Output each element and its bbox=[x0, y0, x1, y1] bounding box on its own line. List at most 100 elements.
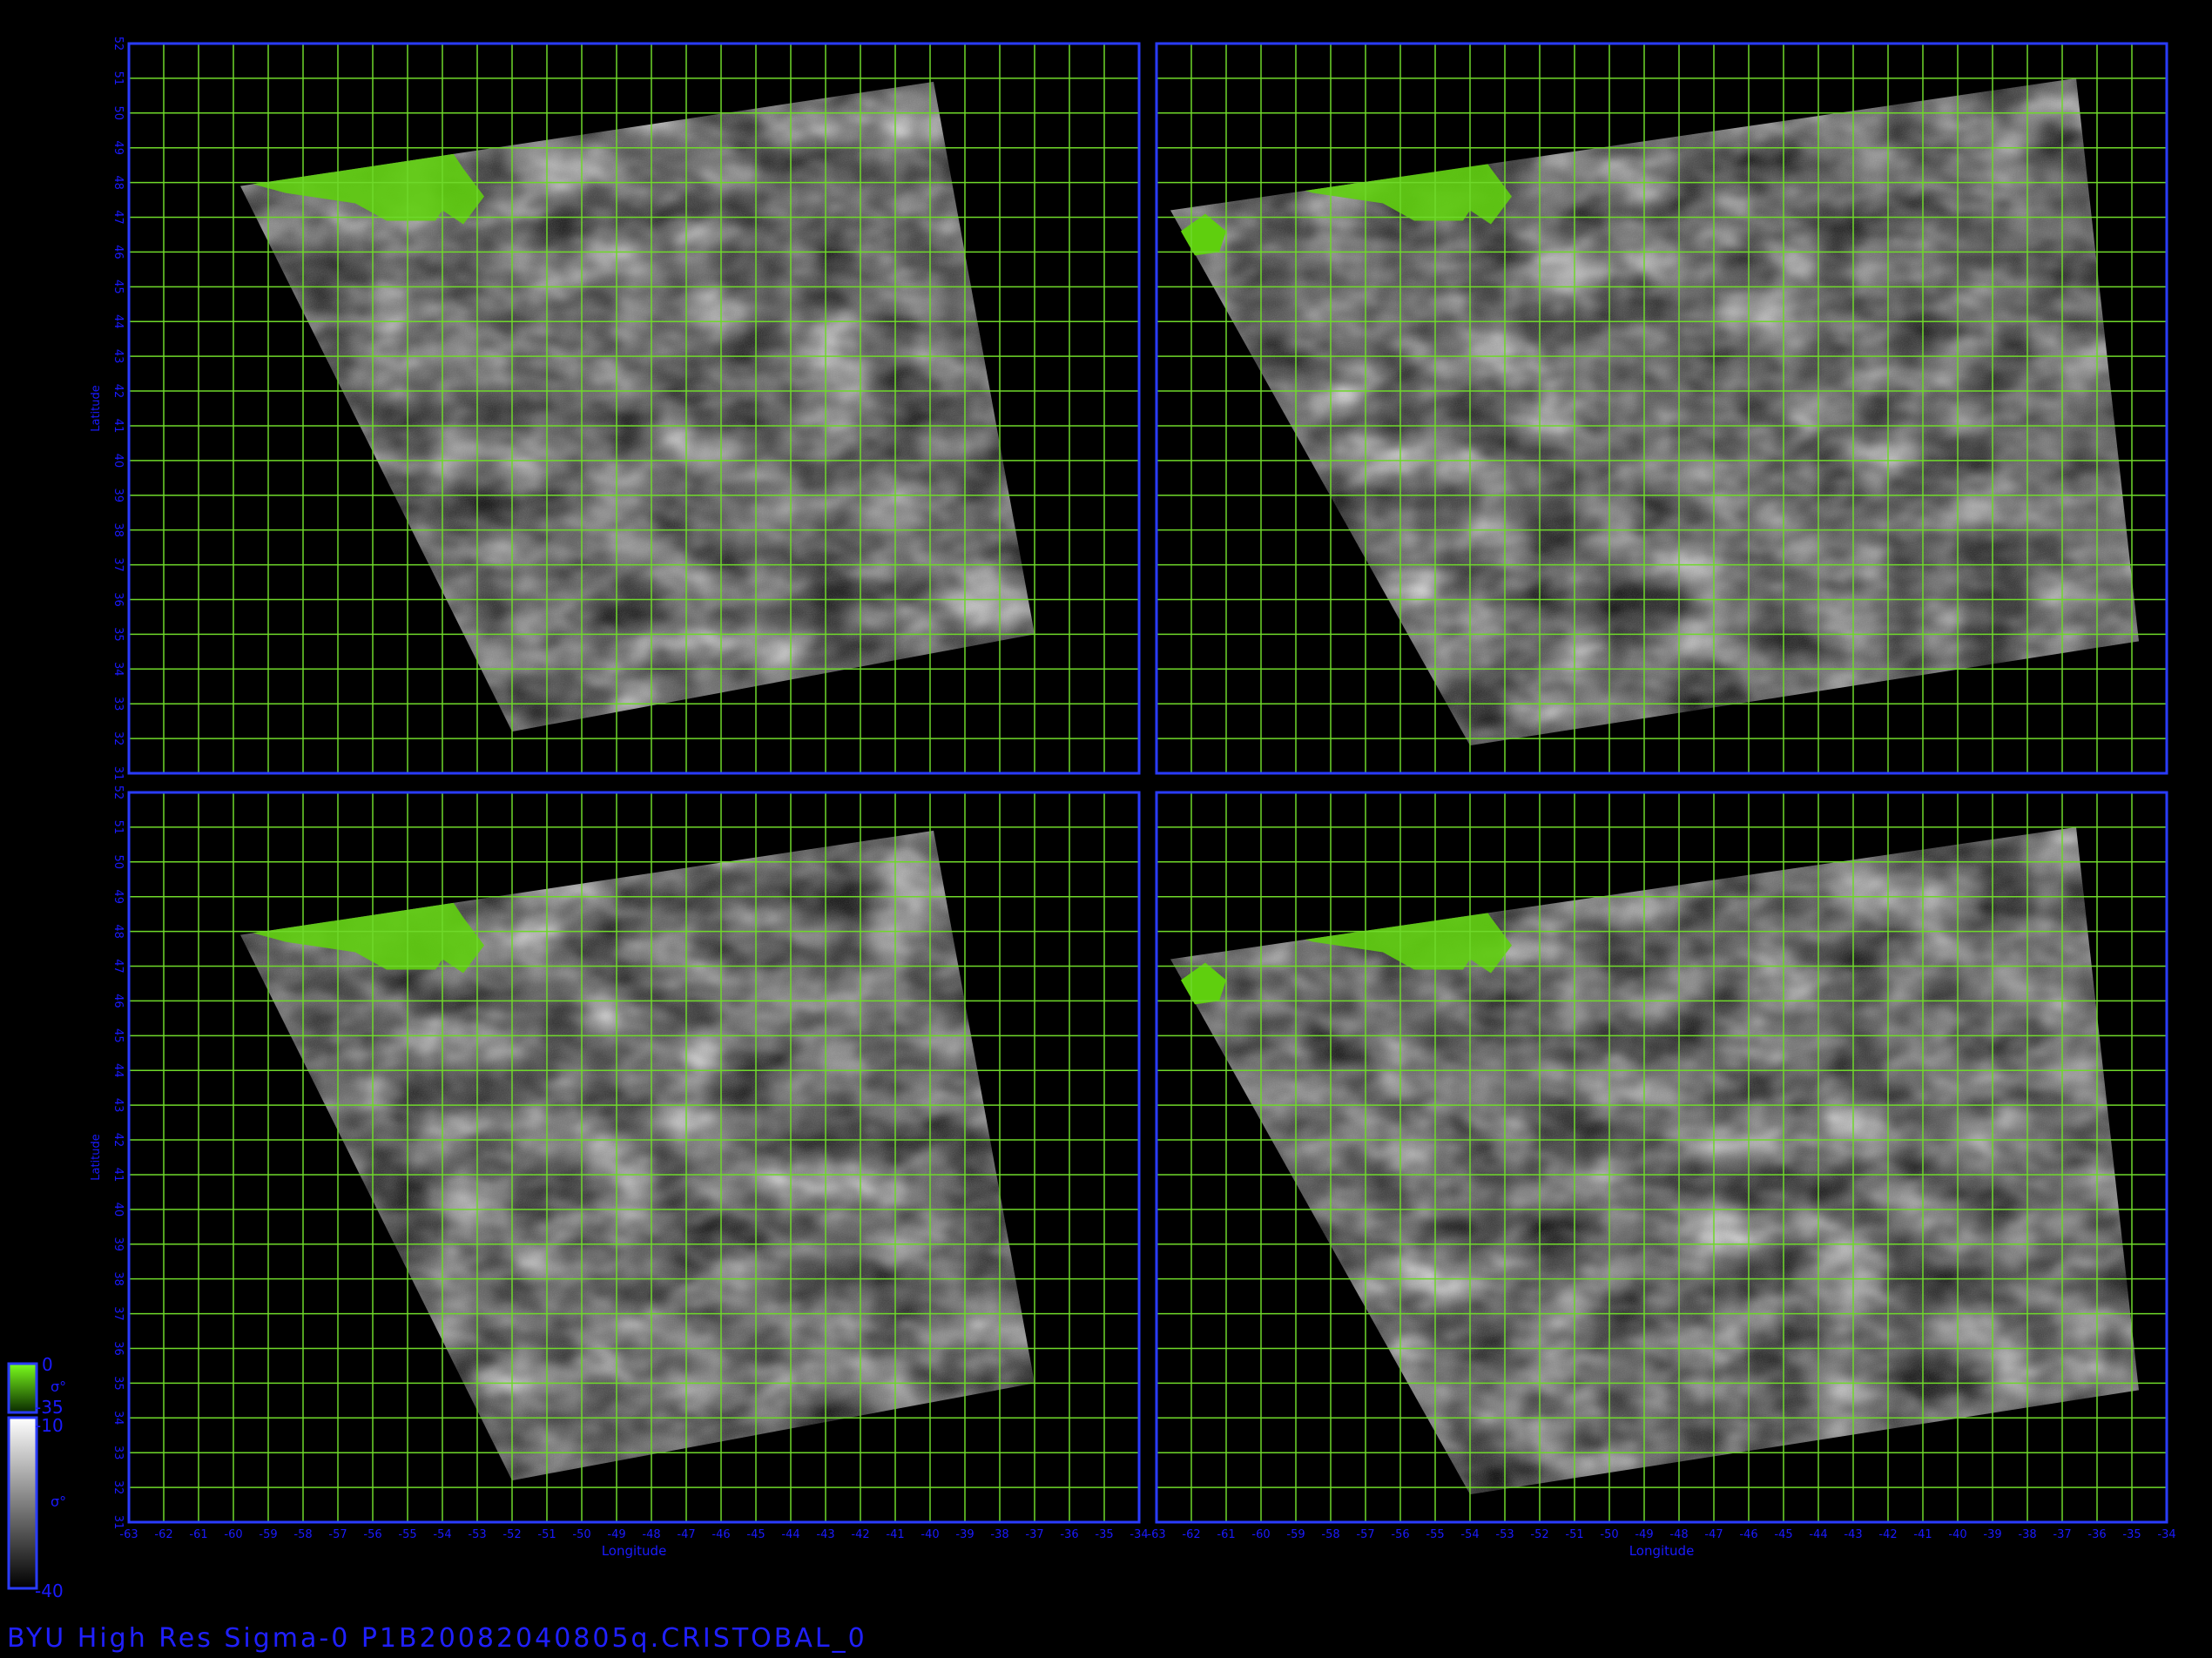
x-axis-label: Longitude bbox=[602, 1543, 667, 1559]
colorbar-legend: 0 σ° -35 -10 σ° -40 bbox=[7, 1354, 66, 1601]
y-tick-label: 41 bbox=[111, 1168, 125, 1183]
x-tick-label: -55 bbox=[398, 1528, 416, 1541]
x-tick-label: -61 bbox=[1217, 1528, 1235, 1541]
image-caption: BYU High Res Sigma-0 P1B20082040805q.CRI… bbox=[7, 1623, 867, 1654]
x-tick-label: -35 bbox=[2122, 1528, 2141, 1541]
x-tick-label: -56 bbox=[363, 1528, 381, 1541]
y-tick-label: 49 bbox=[111, 889, 125, 904]
x-tick-label: -39 bbox=[1983, 1528, 2001, 1541]
x-tick-label: -34 bbox=[1130, 1528, 1148, 1541]
y-tick-label: 34 bbox=[111, 1411, 125, 1425]
y-axis-label: Latitude bbox=[90, 1134, 103, 1181]
y-tick-label: 51 bbox=[111, 71, 125, 86]
colorbar-ocean-symbol: σ° bbox=[51, 1493, 66, 1510]
y-tick-label: 47 bbox=[111, 210, 125, 225]
y-tick-label: 32 bbox=[111, 1480, 125, 1495]
x-tick-label: -46 bbox=[1739, 1528, 1757, 1541]
x-tick-label: -46 bbox=[711, 1528, 730, 1541]
y-tick-label: 40 bbox=[111, 1203, 125, 1217]
x-tick-label: -40 bbox=[1948, 1528, 1966, 1541]
x-tick-label: -53 bbox=[468, 1528, 486, 1541]
y-tick-label: 48 bbox=[111, 175, 125, 190]
x-axis-label: Longitude bbox=[1629, 1543, 1695, 1559]
sigma0-swath bbox=[1170, 78, 2139, 746]
map-panel-bottom-right bbox=[1155, 791, 2168, 1524]
y-tick-label: 50 bbox=[111, 106, 125, 121]
sigma0-swath bbox=[240, 830, 1035, 1481]
x-tick-label: -37 bbox=[1025, 1528, 1043, 1541]
x-tick-label: -56 bbox=[1391, 1528, 1409, 1541]
y-tick-label: 37 bbox=[111, 557, 125, 572]
y-tick-label: 33 bbox=[111, 697, 125, 711]
y-tick-label: 43 bbox=[111, 1098, 125, 1113]
x-tick-label: -52 bbox=[502, 1528, 521, 1541]
x-tick-label: -35 bbox=[1095, 1528, 1113, 1541]
y-tick-label: 38 bbox=[111, 1271, 125, 1286]
x-tick-label: -57 bbox=[328, 1528, 347, 1541]
x-tick-label: -42 bbox=[1878, 1528, 1897, 1541]
x-tick-label: -54 bbox=[1460, 1528, 1479, 1541]
x-tick-label: -44 bbox=[781, 1528, 799, 1541]
x-tick-label: -42 bbox=[851, 1528, 869, 1541]
x-tick-label: -58 bbox=[1321, 1528, 1339, 1541]
colorbar-land-top-label: 0 bbox=[42, 1354, 53, 1375]
y-tick-label: 38 bbox=[111, 522, 125, 537]
y-tick-label: 46 bbox=[111, 994, 125, 1008]
x-tick-label: -60 bbox=[224, 1528, 242, 1541]
y-tick-label: 46 bbox=[111, 245, 125, 259]
x-tick-label: -63 bbox=[119, 1528, 138, 1541]
x-tick-label: -36 bbox=[2087, 1528, 2106, 1541]
y-tick-label: 50 bbox=[111, 855, 125, 870]
y-tick-label: 49 bbox=[111, 140, 125, 155]
colorbar-land-symbol: σ° bbox=[51, 1378, 66, 1395]
x-tick-label: -47 bbox=[1704, 1528, 1723, 1541]
y-tick-label: 36 bbox=[111, 1341, 125, 1356]
x-tick-label: -38 bbox=[2018, 1528, 2036, 1541]
x-tick-label: -59 bbox=[259, 1528, 277, 1541]
map-panel-top-left bbox=[127, 42, 1141, 775]
y-tick-label: 43 bbox=[111, 349, 125, 364]
y-tick-label: 40 bbox=[111, 454, 125, 468]
x-tick-label: -63 bbox=[1147, 1528, 1165, 1541]
x-tick-label: -57 bbox=[1356, 1528, 1374, 1541]
x-tick-label: -48 bbox=[1669, 1528, 1688, 1541]
y-tick-label: 35 bbox=[111, 627, 125, 642]
y-tick-label: 48 bbox=[111, 924, 125, 939]
x-tick-label: -37 bbox=[2053, 1528, 2071, 1541]
y-tick-label: 36 bbox=[111, 592, 125, 607]
x-tick-label: -51 bbox=[1565, 1528, 1583, 1541]
y-tick-label: 51 bbox=[111, 820, 125, 835]
y-tick-label: 52 bbox=[111, 37, 125, 51]
y-tick-label: 41 bbox=[111, 419, 125, 434]
map-panel-top-right bbox=[1155, 42, 2168, 775]
y-tick-label: 34 bbox=[111, 662, 125, 677]
x-tick-label: -50 bbox=[1600, 1528, 1618, 1541]
y-tick-label: 42 bbox=[111, 1133, 125, 1148]
x-tick-label: -41 bbox=[886, 1528, 904, 1541]
y-tick-label: 31 bbox=[111, 766, 125, 781]
x-tick-label: -53 bbox=[1495, 1528, 1514, 1541]
sigma0-swath bbox=[1170, 826, 2139, 1495]
x-tick-label: -51 bbox=[537, 1528, 556, 1541]
x-tick-label: -36 bbox=[1060, 1528, 1078, 1541]
map-panels: 31 32 33 34 35 36 37 38 39 40 41 42 43 44 45 46 47 48 49 50… bbox=[7, 37, 2176, 1601]
y-tick-label: 32 bbox=[111, 731, 125, 746]
x-tick-label: -50 bbox=[572, 1528, 590, 1541]
x-tick-label: -38 bbox=[990, 1528, 1008, 1541]
x-tick-label: -52 bbox=[1530, 1528, 1548, 1541]
x-tick-label: -60 bbox=[1251, 1528, 1270, 1541]
y-tick-label: 44 bbox=[111, 314, 125, 329]
x-tick-label: -45 bbox=[746, 1528, 765, 1541]
y-tick-label: 44 bbox=[111, 1063, 125, 1078]
sigma0-swath bbox=[240, 81, 1035, 732]
x-tick-label: -49 bbox=[607, 1528, 625, 1541]
x-tick-label: -39 bbox=[955, 1528, 974, 1541]
x-tick-label: -40 bbox=[921, 1528, 939, 1541]
colorbar-ocean bbox=[7, 1416, 38, 1590]
y-tick-label: 52 bbox=[111, 785, 125, 800]
x-tick-label: -54 bbox=[433, 1528, 451, 1541]
x-tick-label: -34 bbox=[2157, 1528, 2175, 1541]
y-tick-label: 31 bbox=[111, 1515, 125, 1530]
y-tick-label: 47 bbox=[111, 959, 125, 974]
x-tick-label: -47 bbox=[677, 1528, 695, 1541]
